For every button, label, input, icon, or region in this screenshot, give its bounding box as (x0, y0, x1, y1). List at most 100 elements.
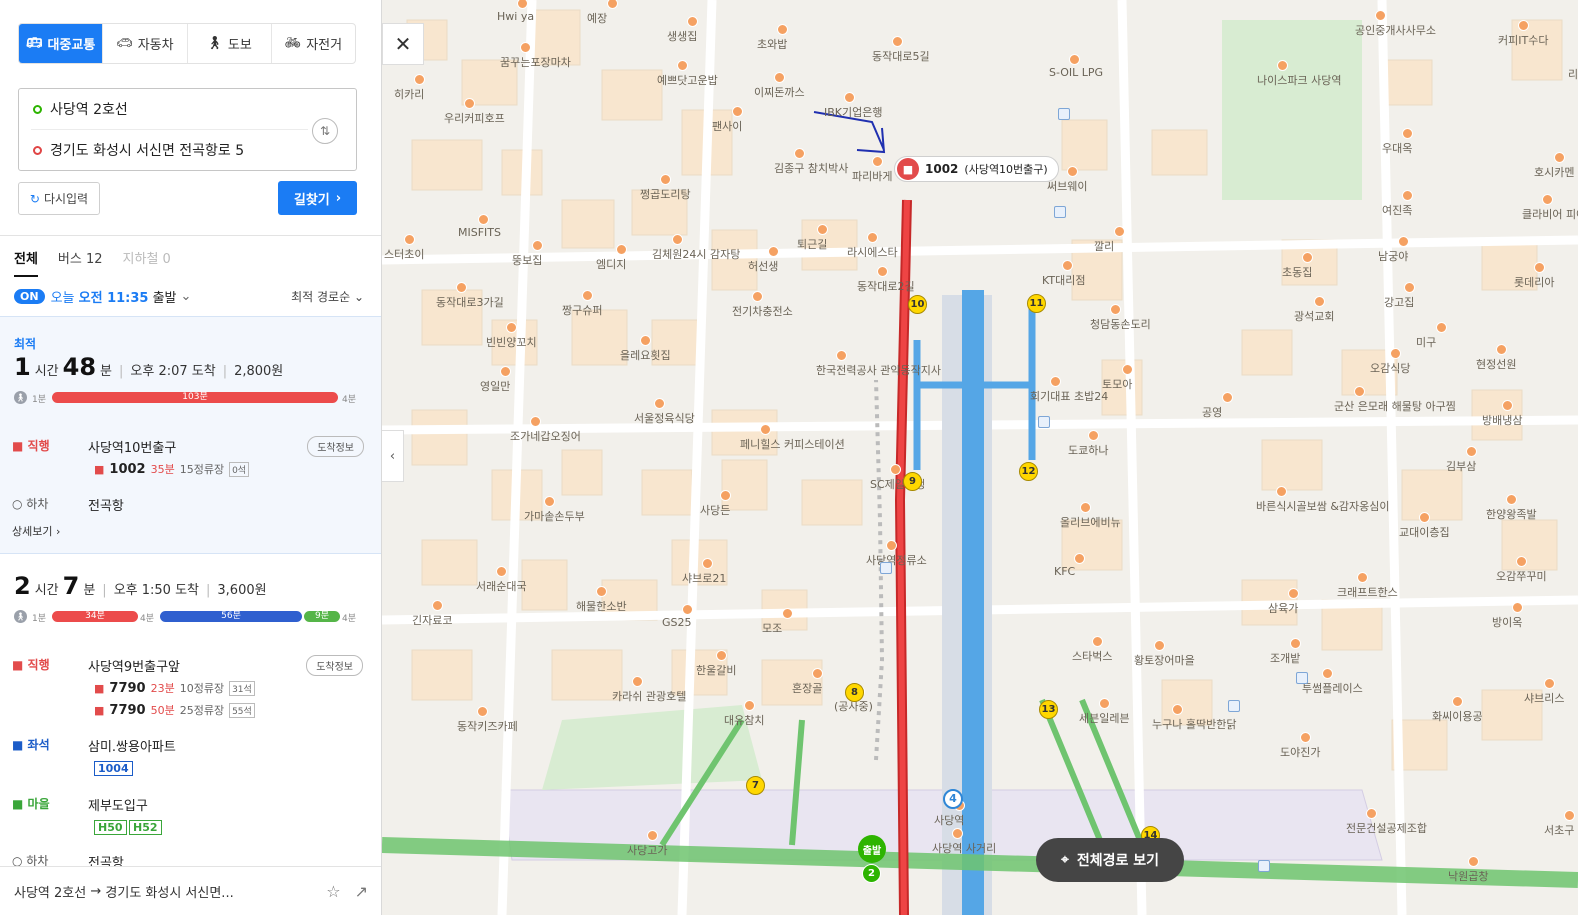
poi-marker-icon[interactable] (544, 496, 555, 507)
poi-marker-icon[interactable] (890, 464, 901, 475)
poi-marker-icon[interactable] (1404, 282, 1415, 293)
map-place-label[interactable]: KFC (1054, 565, 1075, 578)
destination-field[interactable]: 경기도 화성시 서신면 전곡항로 5 (33, 130, 306, 170)
poi-marker-icon[interactable] (702, 558, 713, 569)
map-place-label[interactable]: 쩡곱도리탕 (640, 186, 691, 202)
map-place-label[interactable]: 클라비어 피아노 (1522, 206, 1578, 222)
map-place-label[interactable]: Hwi ya (497, 10, 534, 23)
poi-marker-icon[interactable] (1300, 732, 1311, 743)
map-place-label[interactable]: 호시카멘 (1534, 164, 1574, 180)
start-marker[interactable]: 출발 (858, 835, 886, 863)
bus-stop-callout[interactable]: ■ 1002 (사당역10번출구) (894, 156, 1059, 182)
poi-marker-icon[interactable] (1088, 430, 1099, 441)
map-place-label[interactable]: 샤브로21 (682, 570, 726, 586)
map-place-label[interactable]: 가마솥손두부 (524, 508, 585, 524)
map-place-label[interactable]: 우리커피호프 (444, 110, 505, 126)
map-place-label[interactable]: 서울정육식당 (634, 410, 695, 426)
detail-link[interactable]: 상세보기 › (12, 523, 60, 539)
poi-marker-icon[interactable] (1516, 556, 1527, 567)
map-place-label[interactable]: 동작키즈카페 (457, 718, 518, 734)
poi-marker-icon[interactable] (1067, 166, 1078, 177)
map-place-label[interactable]: 한양왕족발 (1486, 506, 1537, 522)
poi-marker-icon[interactable] (520, 42, 531, 53)
route2-summary[interactable]: 2 시간 7분 | 오후 1:50 도착 | 3,600원 (14, 572, 267, 600)
map-place-label[interactable]: 조가네갑오징어 (510, 428, 581, 444)
bus-stop-number-badge[interactable]: 8 (845, 683, 864, 702)
map-place-label[interactable]: 동작대로2길 (857, 278, 915, 294)
map-place-label[interactable]: 해물한소반 (576, 598, 627, 614)
map-place-label[interactable]: 조개밭 (1270, 650, 1300, 666)
map-place-label[interactable]: 생생집 (667, 28, 697, 44)
bus-stop-icon[interactable] (1038, 416, 1050, 428)
poi-marker-icon[interactable] (1542, 194, 1553, 205)
map-place-label[interactable]: 꿈꾸는포장마차 (500, 54, 571, 70)
poi-marker-icon[interactable] (477, 706, 488, 717)
map-place-label[interactable]: 페니힐스 커피스테이션 (740, 436, 845, 452)
poi-marker-icon[interactable] (782, 608, 793, 619)
full-route-button[interactable]: ⌖ 전체경로 보기 (1036, 838, 1184, 882)
map-place-label[interactable]: 예장 (587, 10, 607, 26)
map-place-label[interactable]: 써브웨이 (1047, 178, 1087, 194)
collapse-panel-button[interactable]: ‹ (382, 430, 404, 482)
poi-marker-icon[interactable] (1314, 296, 1325, 307)
bus-stop-number-badge[interactable]: 9 (903, 472, 922, 491)
chevron-down-icon[interactable]: ⌄ (181, 289, 192, 304)
poi-marker-icon[interactable] (1222, 392, 1233, 403)
poi-marker-icon[interactable] (1069, 54, 1080, 65)
map-place-label[interactable]: 대유참치 (724, 712, 764, 728)
star-icon[interactable]: ☆ (326, 882, 340, 901)
map-place-label[interactable]: 카라쉬 관광호텔 (612, 688, 686, 704)
poi-marker-icon[interactable] (817, 224, 828, 235)
map-place-label[interactable]: 나이스파크 사당역 (1257, 72, 1341, 88)
poi-marker-icon[interactable] (1114, 226, 1125, 237)
poi-marker-icon[interactable] (1277, 60, 1288, 71)
arrival-info-button-2[interactable]: 도착정보 (306, 655, 363, 676)
poi-marker-icon[interactable] (1322, 668, 1333, 679)
map-place-label[interactable]: 바른식시골보쌈 &감자옹심이 (1256, 498, 1390, 514)
poi-marker-icon[interactable] (1074, 553, 1085, 564)
poi-marker-icon[interactable] (844, 92, 855, 103)
arrival-info-button[interactable]: 도착정보 (307, 436, 364, 457)
poi-marker-icon[interactable] (744, 700, 755, 711)
map-place-label[interactable]: 투썸플레이스 (1302, 680, 1363, 696)
poi-marker-icon[interactable] (872, 156, 883, 167)
map-place-label[interactable]: 커피IT수다 (1498, 32, 1548, 48)
poi-marker-icon[interactable] (1154, 640, 1165, 651)
map-place-label[interactable]: 스타벅스 (1072, 648, 1112, 664)
map-place-label[interactable]: 서래순대국 (476, 578, 527, 594)
poi-marker-icon[interactable] (1062, 260, 1073, 271)
map-place-label[interactable]: 한울갈비 (696, 662, 736, 678)
map-place-label[interactable]: 사당든 (700, 502, 730, 518)
poi-marker-icon[interactable] (877, 266, 888, 277)
poi-marker-icon[interactable] (1390, 348, 1401, 359)
map-place-label[interactable]: 미구 (1416, 334, 1436, 350)
map-place-label[interactable]: 사당고가 (627, 842, 667, 858)
poi-marker-icon[interactable] (1122, 364, 1133, 375)
bus-stop-icon[interactable] (1296, 672, 1308, 684)
share-icon[interactable]: ↗ (355, 882, 368, 901)
map-place-label[interactable]: 김부삼 (1446, 458, 1476, 474)
map-place-label[interactable]: 깔리 (1094, 238, 1114, 254)
poi-marker-icon[interactable] (1436, 322, 1447, 333)
poi-marker-icon[interactable] (1518, 20, 1529, 31)
poi-marker-icon[interactable] (456, 282, 467, 293)
bus-stop-number-badge[interactable]: 7 (746, 776, 765, 795)
poi-marker-icon[interactable] (867, 232, 878, 243)
map-place-label[interactable]: 짱구슈퍼 (562, 302, 602, 318)
map-place-label[interactable]: 김종구 참치박사 (774, 160, 848, 176)
poi-marker-icon[interactable] (952, 828, 963, 839)
map-place-label[interactable]: 사당역 사거리 (932, 840, 996, 856)
poi-marker-icon[interactable] (752, 291, 763, 302)
poi-marker-icon[interactable] (464, 98, 475, 109)
poi-marker-icon[interactable] (1357, 572, 1368, 583)
poi-marker-icon[interactable] (432, 600, 443, 611)
poi-marker-icon[interactable] (632, 676, 643, 687)
poi-marker-icon[interactable] (596, 586, 607, 597)
map-place-label[interactable]: GS25 (662, 616, 692, 629)
map-place-label[interactable]: 예쁘닷고운밥 (657, 72, 718, 88)
map-place-label[interactable]: 전문건설공제조합 (1346, 820, 1427, 836)
poi-marker-icon[interactable] (1375, 10, 1386, 21)
bus-stop-icon[interactable] (1058, 108, 1070, 120)
poi-marker-icon[interactable] (496, 566, 507, 577)
map-place-label[interactable]: 광석교회 (1294, 308, 1334, 324)
